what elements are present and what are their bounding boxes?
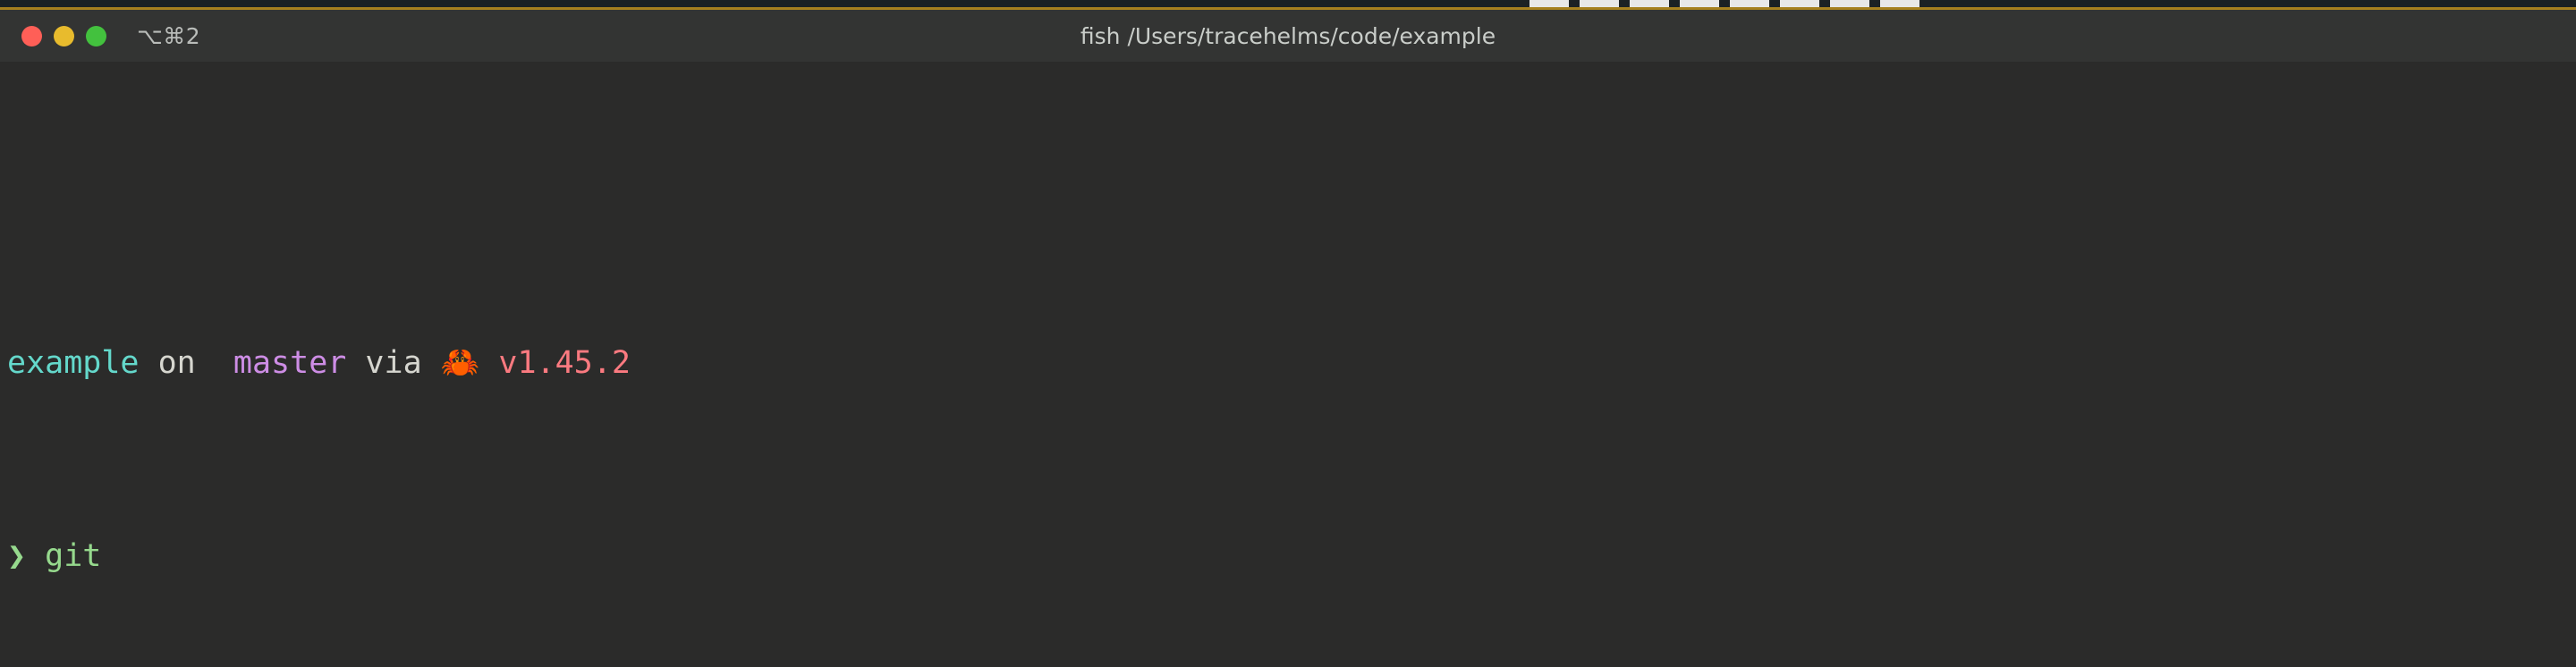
prompt-version: v1.45.2 <box>498 345 631 381</box>
minimize-button[interactable] <box>54 25 74 46</box>
prompt-branch: master <box>233 345 347 381</box>
prompt-symbol: ❯ <box>7 538 27 574</box>
window-shortcut-label: ⌥⌘2 <box>137 22 201 49</box>
command-input-line[interactable]: ❯ git <box>0 532 2576 580</box>
window-title: fish /Users/tracehelms/code/example <box>1080 22 1496 49</box>
screen: ⌥⌘2 fish /Users/tracehelms/code/example … <box>0 0 2576 667</box>
terminal-window: ⌥⌘2 fish /Users/tracehelms/code/example … <box>0 7 2576 667</box>
background-tab <box>1630 0 1669 7</box>
background-tab <box>1880 0 1919 7</box>
background-tab <box>1780 0 1819 7</box>
background-tab <box>1830 0 1869 7</box>
typed-command: git <box>45 538 102 574</box>
background-tab <box>1580 0 1619 7</box>
prompt-on-word: on <box>157 345 196 381</box>
prompt-directory: example <box>7 345 140 381</box>
zoom-button[interactable] <box>86 25 106 46</box>
title-bar: ⌥⌘2 fish /Users/tracehelms/code/example <box>0 10 2576 62</box>
background-tab <box>1680 0 1719 7</box>
background-window-tabs <box>1530 0 1919 7</box>
prompt-via-word: via <box>365 345 422 381</box>
close-button[interactable] <box>21 25 42 46</box>
shell-prompt-line: example on master via 🦀 v1.45.2 <box>0 339 2576 387</box>
terminal-top-padding <box>0 158 2576 194</box>
background-tab <box>1730 0 1769 7</box>
traffic-lights <box>21 25 106 46</box>
rust-crab-icon: 🦀 <box>440 345 480 381</box>
background-tab <box>1530 0 1569 7</box>
terminal-body[interactable]: example on master via 🦀 v1.45.2 ❯ git se… <box>0 62 2576 667</box>
